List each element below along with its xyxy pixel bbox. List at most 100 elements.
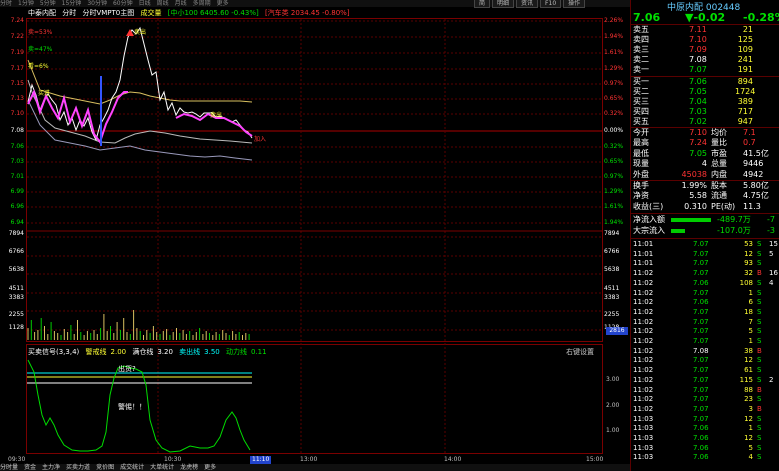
annot-peak: 卖出 (134, 29, 147, 36)
intraday-chart[interactable] (0, 0, 630, 471)
price-right-8: 0.32% (604, 143, 624, 150)
tick-side: S (757, 327, 762, 336)
time-0: 09:30 (8, 456, 26, 463)
ind-axis-0: 3.00 (606, 376, 620, 383)
tick-row: 11:02 7.06 108 S 4 (631, 279, 779, 289)
ob-volume: 241 (737, 55, 753, 64)
tick-row: 11:03 7.06 5 S (631, 444, 779, 454)
vol-right-4: 3383 (604, 294, 620, 301)
tick-time: 11:02 (633, 307, 654, 316)
ob-volume: 21 (742, 25, 753, 34)
avg-price-line (27, 59, 253, 105)
stat-row: 现量 4 总量 9446 (631, 159, 779, 169)
orderbook-row[interactable]: 买二 7.05 1724 (631, 87, 779, 97)
tick-row: 11:02 7.07 115 S 2 (631, 376, 779, 386)
ob-label: 买四 (633, 107, 649, 116)
bottom-tab-8[interactable]: 更多 (204, 464, 216, 471)
ind-axis-2: 1.00 (606, 427, 620, 434)
price-right-1: 1.94% (604, 33, 624, 40)
stat2-label-1: 收益(三) (633, 201, 664, 211)
tick-side: B (757, 404, 762, 413)
tick-price: 7.07 (693, 385, 709, 394)
tick-side: S (757, 424, 762, 433)
price-left-9: 7.03 (10, 158, 24, 165)
tick-volume: 7 (748, 317, 753, 326)
tick-row: 11:02 7.07 1 S (631, 289, 779, 299)
tick-side: S (757, 278, 762, 287)
tick-row: 11:03 7.07 12 S (631, 415, 779, 425)
stat-value-2: 0.7 (743, 138, 756, 148)
stat2-row: 换手 1.99% 股本 5.80亿 (631, 181, 779, 191)
stat-label-1: 最低 (633, 148, 649, 158)
orderbook-row[interactable]: 卖五 7.11 21 (631, 25, 779, 35)
price-left-4: 7.15 (10, 80, 24, 87)
stat-label-1: 外盘 (633, 169, 649, 179)
orderbook-row[interactable]: 买一 7.06 894 (631, 77, 779, 87)
tick-volume: 6 (748, 298, 753, 307)
vol-left-5: 2255 (8, 311, 24, 318)
annot-mid-b: 加入 (254, 136, 267, 143)
price-right-3: 1.29% (604, 65, 624, 72)
ind-field-2-value: 3.50 (204, 348, 220, 356)
price-left-10: 7.01 (10, 173, 24, 180)
tick-price: 7.07 (693, 269, 709, 278)
tick-volume: 32 (744, 269, 753, 278)
tick-side: S (757, 453, 762, 462)
annot-sell-big: 卖=53% (28, 29, 53, 36)
indicator-name[interactable]: 买卖信号(3,3,4) (28, 348, 79, 356)
orderbook-row[interactable]: 买三 7.04 389 (631, 97, 779, 107)
bottom-tab-4[interactable]: 竞价图 (96, 464, 114, 471)
tick-volume: 1 (748, 337, 753, 345)
orderbook-row[interactable]: 买四 7.03 717 (631, 107, 779, 117)
tick-volume: 4 (748, 453, 753, 462)
indicator-settings-button[interactable]: 右键设置 (566, 347, 594, 357)
tick-time: 11:01 (633, 259, 654, 268)
bottom-tab-2[interactable]: 主力净 (42, 464, 60, 471)
tick-volume: 61 (744, 366, 753, 375)
tick-side: S (757, 375, 762, 384)
vol-left-0: 7894 (8, 230, 24, 237)
tick-row: 11:02 7.07 18 S (631, 308, 779, 318)
price-right-13: 1.94% (604, 219, 624, 226)
orderbook-row[interactable]: 卖二 7.08 241 (631, 55, 779, 65)
tick-price: 7.07 (693, 375, 709, 384)
tick-price: 7.07 (693, 240, 709, 248)
tick-time: 11:03 (633, 434, 654, 442)
tick-volume: 5 (748, 443, 753, 452)
time-cursor: 11:10 (250, 456, 272, 464)
tick-price: 7.07 (693, 317, 709, 326)
stat-label-1: 今开 (633, 128, 649, 137)
bottom-tab-6[interactable]: 大单统计 (150, 464, 174, 471)
flow-label: 净流入额 (633, 215, 665, 224)
tick-price: 7.07 (693, 259, 709, 268)
tick-row: 11:01 7.07 53 S 15 (631, 240, 779, 250)
orderbook-row[interactable]: 卖三 7.09 109 (631, 45, 779, 55)
flow-bar (671, 218, 711, 222)
stat-label-1: 最高 (633, 138, 649, 148)
tick-row: 11:02 7.07 88 B (631, 386, 779, 396)
flow-bar (671, 229, 685, 233)
tick-row: 11:02 7.07 3 B (631, 405, 779, 415)
bottom-tab-5[interactable]: 成交统计 (120, 464, 144, 471)
orderbook-row[interactable]: 卖四 7.10 125 (631, 35, 779, 45)
tick-time: 11:02 (633, 375, 654, 384)
annot-sell-mid: 卖=47% (28, 46, 53, 53)
orderbook-row[interactable]: 卖一 7.07 191 (631, 65, 779, 75)
bottom-tab-1[interactable]: 资金 (24, 464, 36, 471)
tick-volume: 12 (744, 434, 753, 442)
bottom-tab-7[interactable]: 龙虎榜 (180, 464, 198, 471)
price-left-13: 6.94 (10, 219, 24, 226)
price-right-10: 0.97% (604, 173, 624, 180)
bottom-tab-3[interactable]: 买卖力道 (66, 464, 90, 471)
stat-label-2: 均价 (711, 128, 727, 137)
vol-left-4: 3383 (8, 294, 24, 301)
tick-time: 11:02 (633, 269, 654, 278)
price-right-0: 2.26% (604, 17, 624, 24)
price-left-7: 7.08 (10, 127, 24, 134)
chart-grid (27, 19, 602, 453)
tick-volume: 1 (748, 288, 753, 297)
orderbook-row[interactable]: 买五 7.02 947 (631, 117, 779, 127)
bottom-tab-0[interactable]: 分时量 (0, 464, 18, 471)
ind-field-2-label: 卖出线 (179, 348, 201, 356)
tick-row: 11:01 7.07 12 S 5 (631, 250, 779, 260)
